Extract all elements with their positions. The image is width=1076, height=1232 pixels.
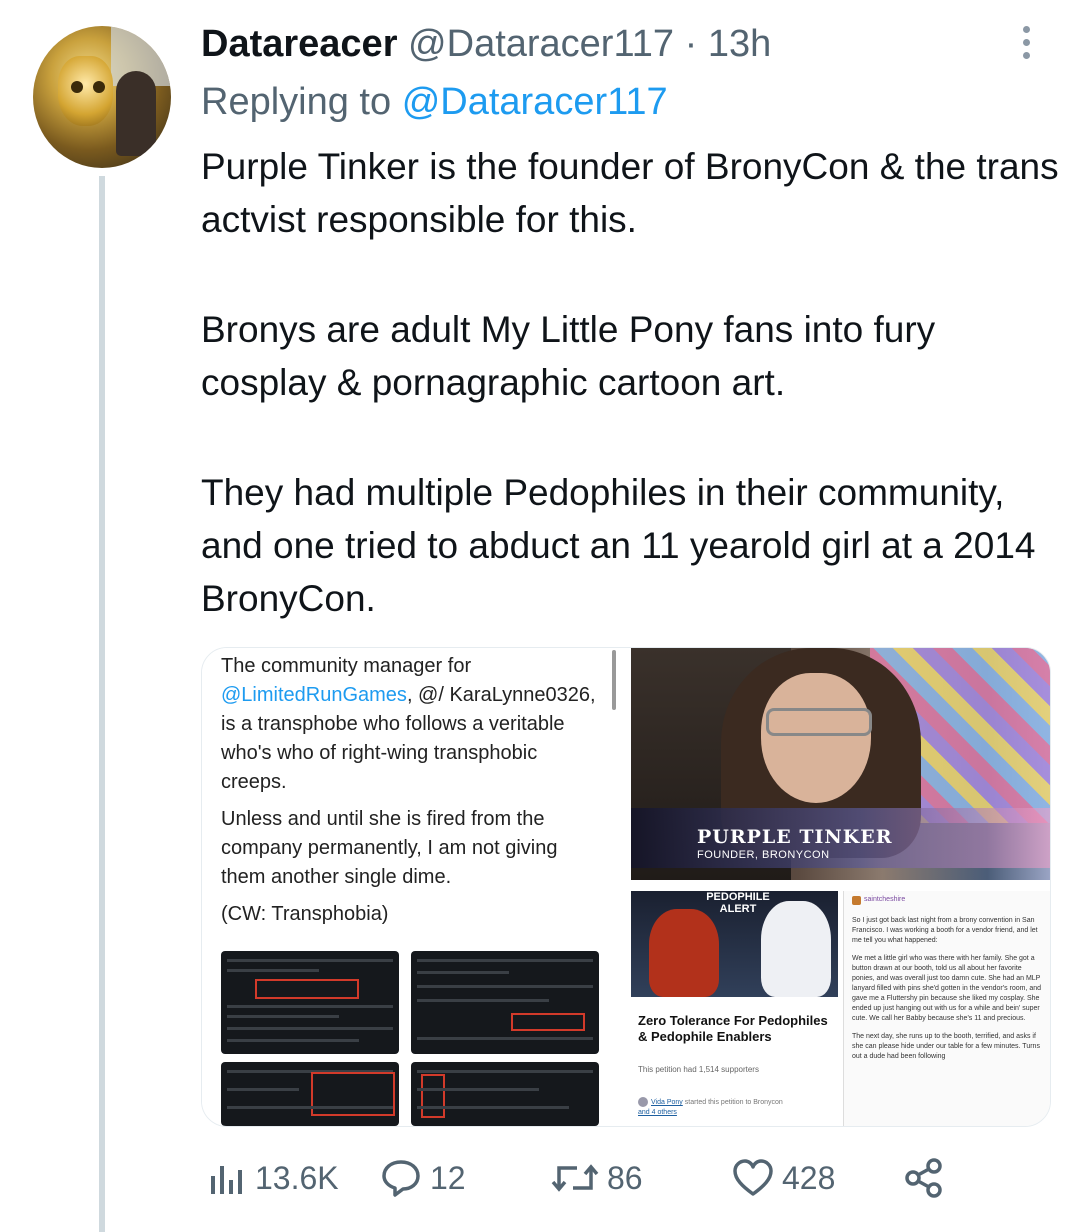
share-icon [905,1158,942,1198]
timestamp[interactable]: 13h [708,23,771,65]
reply-button[interactable]: 12 [380,1150,466,1206]
display-name[interactable]: Datareacer [201,23,397,65]
lower-third-title: PURPLE TINKER [697,826,893,848]
media-grid: The community manager for @LimitedRunGam… [201,647,1051,1127]
avatar-eye-right [93,81,105,93]
views-count: 13.6K [255,1159,339,1196]
screenshot-thumb-3 [221,1062,399,1126]
starter-more: and 4 others [638,1108,677,1116]
post-username: saintcheshire [864,896,906,903]
post-paragraph: The next day, she runs up to the booth, … [852,1033,1040,1060]
starter-avatar [638,1097,648,1107]
post-user-icon [852,896,861,905]
views-button[interactable]: 13.6K [207,1150,339,1206]
retweet-button[interactable]: 86 [551,1150,643,1206]
user-handle[interactable]: @Dataracer117 [408,23,674,65]
more-options-icon[interactable] [1016,26,1036,62]
screenshot-thumb-1 [221,951,399,1054]
media-post-screenshot[interactable]: saintcheshire So I just got back last ni… [843,891,1050,1126]
petition-starter: Vida Pony started this petition to Brony… [638,1097,833,1118]
tweet-text: Purple Tinker is the founder of BronyCon… [201,140,1061,625]
replying-to-label: Replying to [201,81,392,123]
replying-to-link[interactable]: @Dataracer117 [402,81,668,123]
avatar-robot-head [58,56,113,126]
screenshot-thumb-2 [411,951,599,1054]
post-paragraph: So I just got back last night from a bro… [852,917,1038,944]
quote-mention-link: @LimitedRunGames [221,684,407,706]
thread-line [99,176,105,1232]
reply-count: 12 [430,1159,466,1196]
starter-name: Vida Pony [651,1098,683,1106]
heart-icon [733,1159,773,1196]
like-count: 428 [782,1159,836,1196]
lower-third-subtitle: FOUNDER, BRONYCON [697,849,830,861]
separator-dot: · [684,23,698,65]
post-paragraph: We met a little girl who was there with … [852,955,1042,1022]
quote-line1-prefix: The community manager for [221,655,472,677]
quote-paragraph-2: Unless and until she is fired from the c… [221,808,558,888]
petition-title: Zero Tolerance For Pedophiles & Pedophil… [638,1013,828,1044]
reply-icon [382,1160,420,1197]
like-button[interactable]: 428 [732,1150,835,1206]
tweet-paragraph: They had multiple Pedophiles in their co… [201,472,1036,619]
action-bar: 13.6K 12 86 428 [0,1150,1076,1206]
tweet-paragraph: Purple Tinker is the founder of BronyCon… [201,146,1059,240]
screenshot-thumb-4 [411,1062,599,1126]
avatar-eye-left [71,81,83,93]
analytics-icon [211,1166,242,1194]
retweet-icon [551,1164,599,1192]
starter-text: started this petition to Bronycon [684,1098,783,1106]
person-face [761,673,871,803]
avatar[interactable] [33,26,171,168]
media-video-still[interactable]: PURPLE TINKER FOUNDER, BRONYCON [631,648,1050,880]
quote-scrollbar [612,650,616,710]
petition-image: PEDOPHILE ALERT [631,891,838,997]
quote-paragraph-3: (CW: Transphobia) [221,903,389,925]
share-button[interactable] [902,1150,954,1206]
tweet-paragraph: Bronys are adult My Little Pony fans int… [201,309,936,403]
avatar-figure [116,71,156,156]
replying-to: Replying to @Dataracer117 [201,80,668,124]
tweet-header: Datareacer @Dataracer117 · 13h [201,22,771,66]
petition-count: This petition had 1,514 supporters [638,1065,759,1074]
retweet-count: 86 [607,1159,643,1196]
media-petition-screenshot[interactable]: PEDOPHILE ALERT Zero Tolerance For Pedop… [631,891,838,1126]
media-quote-screenshot[interactable]: The community manager for @LimitedRunGam… [202,648,619,1126]
